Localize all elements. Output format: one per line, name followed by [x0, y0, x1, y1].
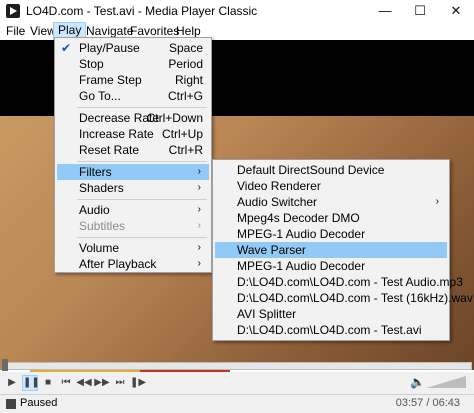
menu-separator [77, 161, 207, 162]
menu-item-play-pause[interactable]: ✔ Play/Pause Space [57, 40, 209, 56]
status-time: 03:57 / 06:43 [395, 397, 460, 409]
menu-item-frame-step[interactable]: Frame Step Right [57, 72, 209, 88]
window-title: LO4D.com - Test.avi - Media Player Class… [26, 4, 258, 18]
seek-thumb[interactable] [2, 359, 8, 371]
close-button[interactable]: ✕ [438, 0, 474, 22]
filter-label: Audio Switcher [237, 195, 318, 209]
menu-item-label: Subtitles [79, 219, 126, 233]
filter-label: Wave Parser [237, 243, 306, 257]
filter-label: D:\LO4D.com\LO4D.com - Test Audio.mp3 [237, 275, 463, 289]
filter-label: AVI Splitter [237, 307, 297, 321]
menu-item-label: After Playback [79, 257, 157, 271]
menu-item-audio[interactable]: Audio › [57, 202, 209, 218]
chevron-right-icon: › [197, 182, 201, 193]
menu-item-label: Increase Rate [79, 127, 154, 141]
filter-label: D:\LO4D.com\LO4D.com - Test.avi [237, 323, 422, 337]
menu-item-filters[interactable]: Filters › [57, 164, 209, 180]
frame-step-icon[interactable]: ❚▶ [130, 375, 146, 391]
stop-button[interactable]: ■ [40, 375, 56, 391]
filter-item[interactable]: D:\LO4D.com\LO4D.com - Test (16kHz).wav [215, 290, 473, 306]
menu-item-subtitles: Subtitles › [57, 218, 209, 234]
filter-item[interactable]: Video Renderer [215, 178, 447, 194]
chevron-right-icon: › [197, 242, 201, 253]
menu-item-label: Shaders [79, 181, 124, 195]
previous-icon[interactable]: ⏮ [58, 375, 74, 391]
menu-item-shortcut: Ctrl+Down [146, 111, 203, 125]
filter-label: MPEG-1 Audio Decoder [237, 259, 366, 273]
menu-item-label: Stop [79, 57, 104, 71]
menu-item-label: Reset Rate [79, 143, 140, 157]
menu-item-after-playback[interactable]: After Playback › [57, 256, 209, 272]
maximize-button[interactable]: ☐ [402, 0, 438, 22]
title-bar: LO4D.com - Test.avi - Media Player Class… [0, 0, 474, 22]
menu-item-shortcut: Ctrl+Up [161, 127, 203, 141]
menu-item-label: Go To... [79, 89, 121, 103]
menu-item-increase-rate[interactable]: Increase Rate Ctrl+Up [57, 126, 209, 142]
menu-item-label: Filters [79, 165, 112, 179]
menu-item-shortcut: Ctrl+G [167, 89, 203, 103]
menu-item-shaders[interactable]: Shaders › [57, 180, 209, 196]
play-button[interactable]: ▶ [4, 375, 20, 391]
filter-item-wave-parser[interactable]: Wave Parser [215, 242, 447, 258]
menu-item-shortcut: Space [168, 41, 203, 55]
filter-item[interactable]: Default DirectSound Device [215, 162, 447, 178]
fast-forward-icon[interactable]: ▶▶ [94, 375, 110, 391]
status-icon [6, 399, 16, 409]
rewind-icon[interactable]: ◀◀ [76, 375, 92, 391]
menu-separator [77, 107, 207, 108]
menu-item-go-to[interactable]: Go To... Ctrl+G [57, 88, 209, 104]
menu-item-label: Volume [79, 241, 120, 255]
play-menu: ✔ Play/Pause Space Stop Period Frame Ste… [54, 37, 212, 273]
filters-submenu: Default DirectSound Device Video Rendere… [212, 159, 473, 341]
minimize-button[interactable]: — [367, 0, 403, 22]
chevron-right-icon: › [435, 196, 439, 207]
filter-item[interactable]: MPEG-1 Audio Decoder [215, 226, 447, 242]
filter-label: Mpeg4s Decoder DMO [237, 211, 360, 225]
chevron-right-icon: › [197, 204, 201, 215]
volume-icon[interactable]: 🔈 [410, 375, 425, 389]
menu-item-reset-rate[interactable]: Reset Rate Ctrl+R [57, 142, 209, 158]
filter-item[interactable]: Audio Switcher › [215, 194, 447, 210]
filter-item[interactable]: D:\LO4D.com\LO4D.com - Test.avi [215, 322, 447, 338]
menu-item-label: Play/Pause [79, 41, 140, 55]
filter-label: Default DirectSound Device [237, 163, 385, 177]
filter-item[interactable]: MPEG-1 Audio Decoder [215, 258, 447, 274]
menu-separator [77, 237, 207, 238]
menu-item-shortcut: Right [174, 73, 203, 87]
filter-label: D:\LO4D.com\LO4D.com - Test (16kHz).wav [237, 291, 473, 305]
seek-bar[interactable] [4, 362, 472, 370]
pause-button[interactable]: ❚❚ [22, 375, 40, 391]
status-bar: Paused 03:57 / 06:43 [0, 394, 474, 413]
filter-label: MPEG-1 Audio Decoder [237, 227, 366, 241]
filter-item[interactable]: D:\LO4D.com\LO4D.com - Test Audio.mp3 [215, 274, 463, 290]
menu-item-label: Audio [79, 203, 110, 217]
chevron-right-icon: › [197, 166, 201, 177]
menu-item-stop[interactable]: Stop Period [57, 56, 209, 72]
menu-item-volume[interactable]: Volume › [57, 240, 209, 256]
next-icon[interactable]: ⏭ [112, 375, 128, 391]
menu-item-label: Frame Step [79, 73, 142, 87]
volume-slider[interactable] [426, 376, 466, 388]
status-text: Paused [20, 397, 58, 409]
filter-item[interactable]: Mpeg4s Decoder DMO [215, 210, 447, 226]
checkmark-icon: ✔ [61, 41, 72, 55]
chevron-right-icon: › [197, 220, 201, 231]
app-icon [6, 4, 20, 18]
menu-separator [77, 199, 207, 200]
menu-item-decrease-rate[interactable]: Decrease Rate Ctrl+Down [57, 110, 209, 126]
chevron-right-icon: › [197, 258, 201, 269]
menu-item-shortcut: Period [168, 57, 203, 71]
filter-item[interactable]: AVI Splitter [215, 306, 447, 322]
filter-label: Video Renderer [237, 179, 321, 193]
menu-item-shortcut: Ctrl+R [168, 143, 203, 157]
